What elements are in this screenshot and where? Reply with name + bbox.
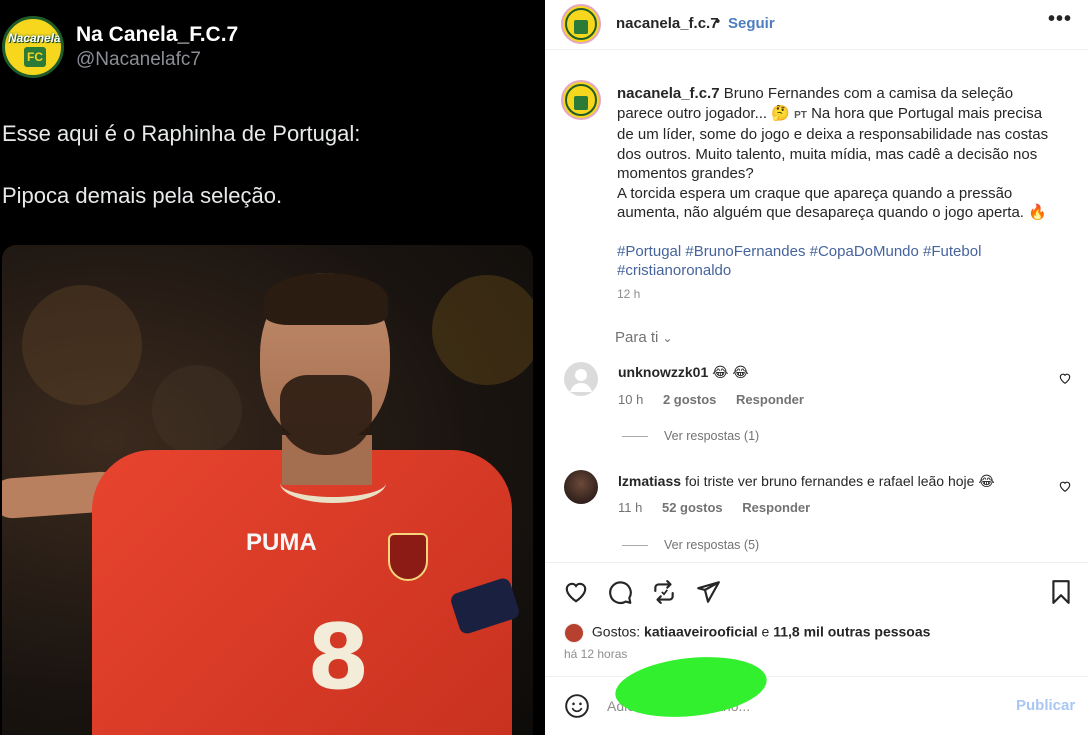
post-timestamp: há 12 horas — [564, 647, 628, 661]
tweet-avatar[interactable]: Nacanela FC — [2, 16, 64, 78]
header-username[interactable]: nacanela_f.c.7 — [616, 15, 719, 32]
tweet-card: Nacanela FC Na Canela_F.C.7 @Nacanelafc7… — [0, 0, 545, 735]
reply-button[interactable]: Responder — [742, 500, 810, 515]
comment-username[interactable]: lzmatiass — [618, 473, 681, 489]
header-separator: • — [715, 13, 721, 30]
shirt-brand-logo: PUMA — [246, 529, 317, 556]
comment-body: foi triste ver bruno fernandes e rafael … — [684, 473, 995, 489]
comment-like-heart-icon[interactable] — [1058, 371, 1072, 385]
liker-username[interactable]: katiaaveirooficial — [644, 624, 758, 640]
tweet-text-line-1: Esse aqui é o Raphinha de Portugal: — [2, 121, 361, 146]
comment-avatar[interactable] — [564, 470, 598, 504]
tweet-handle[interactable]: @Nacanelafc7 — [76, 49, 201, 71]
comment-time: 11 h — [618, 500, 643, 515]
player-hair — [264, 273, 388, 325]
comment-text: unknowzzk01 😂 😂 — [618, 364, 749, 381]
likes-summary[interactable]: Gostos: katiaaveirooficial e 11,8 mil ou… — [564, 623, 930, 643]
photo-bokeh — [432, 275, 533, 385]
chevron-down-icon: ⌄ — [662, 331, 673, 345]
follow-button[interactable]: Seguir — [728, 15, 775, 32]
post-actions-bar — [545, 562, 1088, 620]
player-beard — [280, 375, 372, 455]
bookmark-save-icon[interactable] — [1048, 579, 1074, 605]
photo-bokeh — [22, 285, 142, 405]
caption-avatar[interactable] — [561, 80, 601, 120]
share-send-icon[interactable] — [695, 579, 721, 605]
liker-avatar — [564, 623, 584, 643]
photo-bokeh — [152, 365, 242, 455]
caption-username[interactable]: nacanela_f.c.7 — [617, 85, 720, 102]
comment-like-heart-icon[interactable] — [1058, 479, 1072, 493]
tweet-display-name[interactable]: Na Canela_F.C.7 — [76, 23, 238, 47]
likes-prefix: Gostos: — [591, 623, 641, 640]
caption-hashtags[interactable]: #Portugal #BrunoFernandes #CopaDoMundo #… — [617, 242, 1062, 281]
tweet-text-line-2: Pipoca demais pela seleção. — [2, 183, 283, 208]
publish-button[interactable]: Publicar — [1016, 697, 1075, 714]
view-replies-line — [622, 545, 648, 547]
tweet-photo[interactable]: PUMA 8 — [2, 245, 533, 735]
comment-meta: 10 h 2 gostos Responder — [618, 392, 820, 407]
comment-bubble-icon[interactable] — [607, 579, 633, 605]
comment-time: 10 h — [618, 392, 644, 407]
comment-avatar[interactable] — [564, 362, 598, 396]
caption-emoji-2: 🔥 — [1028, 204, 1047, 221]
portugal-crest — [388, 533, 428, 581]
avatar-fc-badge — [573, 19, 589, 35]
repost-icon[interactable] — [651, 579, 677, 605]
more-options-icon[interactable]: ••• — [1048, 8, 1072, 31]
header-avatar[interactable] — [561, 4, 601, 44]
caption-emoji-1: 🤔 — [771, 104, 790, 122]
comment-username[interactable]: unknowzzk01 — [618, 364, 708, 380]
comment-body: 😂 😂 — [712, 364, 749, 380]
like-heart-icon[interactable] — [563, 579, 589, 605]
flag-pt-icon: PT — [794, 109, 807, 121]
comments-filter-label: Para ti — [615, 329, 659, 346]
view-replies-button[interactable]: Ver respostas (5) — [622, 538, 759, 552]
post-header: nacanela_f.c.7 • Seguir ••• — [545, 0, 1088, 50]
likes-connector: e — [761, 623, 770, 640]
comments-filter-dropdown[interactable]: Para ti ⌄ — [615, 329, 673, 346]
shirt-collar — [280, 463, 386, 503]
post-time: 12 h — [617, 287, 641, 301]
post-caption: nacanela_f.c.7 Bruno Fernandes com a cam… — [617, 84, 1062, 281]
comment-text: lzmatiass foi triste ver bruno fernandes… — [618, 473, 995, 490]
likes-others[interactable]: 11,8 mil outras pessoas — [773, 624, 930, 640]
comment-meta: 11 h 52 gostos Responder — [618, 500, 826, 515]
avatar-logo-fc: FC — [24, 47, 46, 67]
view-replies-label: Ver respostas (1) — [664, 429, 760, 443]
view-replies-line — [622, 436, 648, 438]
avatar-fc-badge — [573, 95, 589, 111]
view-replies-button[interactable]: Ver respostas (1) — [622, 429, 759, 443]
instagram-post-panel: nacanela_f.c.7 • Seguir ••• nacanela_f.c… — [545, 0, 1088, 735]
view-replies-label: Ver respostas (5) — [664, 538, 760, 552]
comment-likes[interactable]: 52 gostos — [662, 500, 723, 515]
emoji-smiley-icon[interactable] — [564, 693, 590, 719]
avatar-logo-text: Nacanela — [8, 31, 61, 45]
comment-likes[interactable]: 2 gostos — [663, 392, 716, 407]
shirt-number: 8 — [307, 605, 370, 710]
caption-text-3: A torcida espera um craque que apareça q… — [617, 184, 1024, 222]
default-avatar-icon — [570, 369, 592, 392]
reply-button[interactable]: Responder — [736, 392, 804, 407]
